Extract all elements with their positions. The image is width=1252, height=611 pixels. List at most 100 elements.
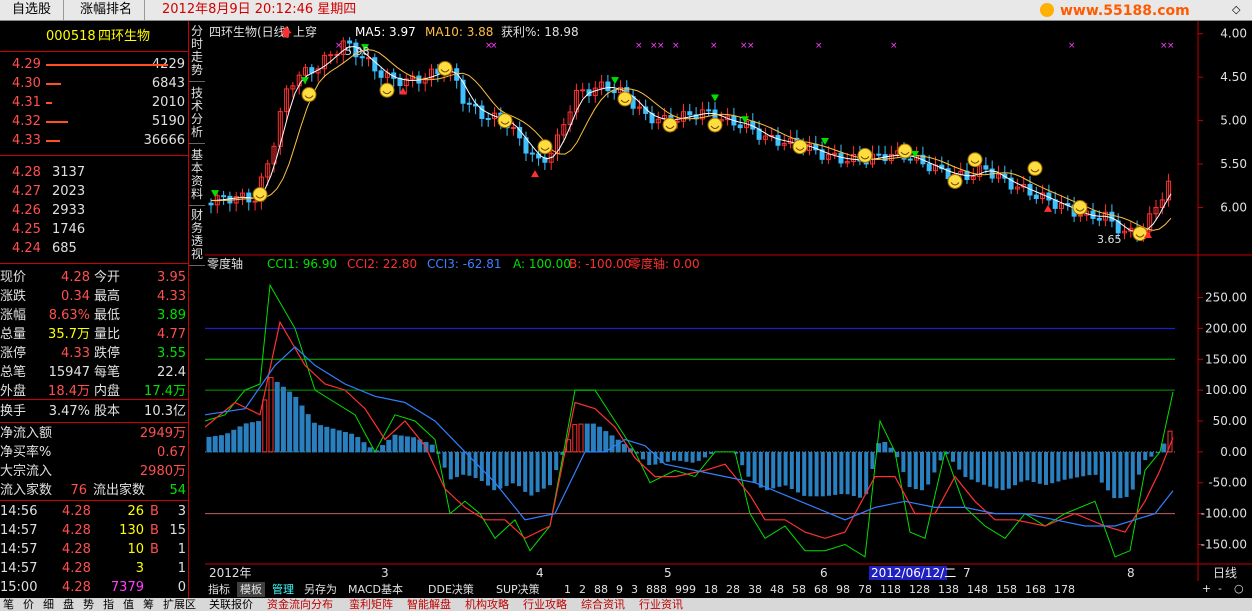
indicator-tab[interactable]: 158 [993,582,1020,597]
window-control-icon[interactable]: ◇ [1232,3,1240,16]
cci-histogram-bar [907,451,912,488]
candle-body [983,165,989,170]
bottom-nav-item[interactable]: 筹 [140,598,157,611]
bottom-nav-item[interactable]: 蛮利矩阵 [346,598,396,611]
x-label-7: 7 [963,566,971,580]
indicator-tab[interactable]: MACD基本 [345,582,406,597]
indicator-tab[interactable]: 138 [935,582,962,597]
indicator-tab[interactable]: 888 [643,582,670,597]
candle-body [706,109,712,112]
bid-row[interactable]: 4.25 1746 [0,220,188,239]
cci-histogram-bar [1068,451,1073,479]
bid-volume: 685 [52,241,77,256]
quote-value: 4.77 [157,327,186,342]
indicator-tab[interactable]: DDE决策 [425,582,477,597]
tick-count: 1 [177,561,186,576]
bottom-nav-item[interactable]: 行业攻略 [520,598,570,611]
bottom-nav-item[interactable]: 行业资讯 [636,598,686,611]
bottom-nav-item[interactable]: 智能解盘 [404,598,454,611]
indicator-tab[interactable]: 管理 [269,582,297,597]
bottom-nav-item[interactable]: 资金流向分布 [264,598,336,611]
a-label: A: 100.00 [513,257,571,271]
tab-intraday[interactable]: 分时走势 [189,25,205,82]
candle-body [1033,194,1039,199]
indicator-tab[interactable]: 18 [701,582,721,597]
indicator-tab[interactable]: 28 [723,582,743,597]
indicator-tab[interactable]: 118 [877,582,904,597]
zoom-in-button[interactable]: + [1202,582,1211,595]
bottom-nav-item[interactable]: 细 [40,598,57,611]
indicator-tab[interactable]: 2 [576,582,589,597]
indicator-tab[interactable]: 48 [767,582,787,597]
tab-gainers[interactable]: 涨幅排名 [68,0,146,20]
cci2-label: CCI2: 22.80 [347,257,417,271]
indicator-tab[interactable]: 999 [672,582,699,597]
reset-button[interactable]: ○ [1234,582,1244,595]
tab-financial[interactable]: 财务透视 [189,209,205,266]
indicator-tab[interactable]: 178 [1051,582,1078,597]
candle-body [737,124,743,129]
cci-histogram-bar [1006,451,1011,489]
indicator-tab[interactable]: 9 [613,582,626,597]
chart-svg[interactable]: × ×× × × × × × × × × × × × × 6.005.505.004.504.00250.… [204,21,1252,581]
cci-histogram-bar [1075,451,1079,478]
site-logo[interactable]: www.55188.com [1060,2,1190,20]
bid-row[interactable]: 4.28 3137 [0,163,188,182]
tab-technical[interactable]: 技术分析 [189,87,205,144]
indicator-tab[interactable]: 模板 [237,582,265,597]
bottom-nav-item[interactable]: 关联报价 [206,598,256,611]
signal-x-marker: × [747,41,755,51]
bottom-nav-item[interactable]: 势 [80,598,97,611]
indicator-tab[interactable]: 88 [591,582,611,597]
ask-row[interactable]: 4.33 36666 [0,131,188,150]
main-ytick-label: 5.50 [1220,157,1247,171]
candle-body [378,70,384,78]
tab-fundamental[interactable]: 基本资料 [189,149,205,206]
bottom-nav-item[interactable]: 机构攻略 [462,598,512,611]
cci-histogram-bar [448,451,453,480]
indicator-tab[interactable]: SUP决策 [493,582,543,597]
bottom-nav-item[interactable]: 价 [20,598,37,611]
bottom-nav-item[interactable]: 综合资讯 [578,598,628,611]
cci-histogram-bar [765,451,769,491]
indicator-tab[interactable]: 68 [811,582,831,597]
chart-area[interactable]: × × × × × × × × × × × × × × × 6.00 5.50 5.00 4.50 4.00 250.… [204,21,1252,581]
ask-row[interactable]: 4.31 2010 [0,93,188,112]
bid-row[interactable]: 4.27 2023 [0,182,188,201]
candle-body [838,152,844,164]
candle-body [1096,217,1102,221]
bid-row[interactable]: 4.24 685 [0,239,188,258]
indicator-tab[interactable]: 78 [855,582,875,597]
indicator-tab[interactable]: 3 [628,582,641,597]
stock-code: 000518 [46,29,96,44]
ask-row[interactable]: 4.30 6843 [0,74,188,93]
bottom-nav-item[interactable]: 笔 [0,598,17,611]
cci-histogram-bar [975,451,980,483]
indicator-tab[interactable]: 148 [964,582,991,597]
ask-row[interactable]: 4.32 5190 [0,112,188,131]
indicator-tab[interactable]: 另存为 [301,582,340,597]
indicator-tab[interactable]: 38 [745,582,765,597]
cci-histogram-bar [324,426,330,453]
indicator-tab[interactable]: 168 [1022,582,1049,597]
cci-histogram-bar [455,451,459,478]
cci-histogram-bar [615,439,621,453]
zoom-out-button[interactable]: - [1218,582,1222,595]
indicator-tab[interactable]: 指标 [205,582,233,597]
indicator-tab[interactable]: 1 [561,582,574,597]
tab-watchlist[interactable]: 自选股 [0,0,65,20]
smiley-icon [662,117,678,133]
bottom-nav-item[interactable]: 扩展区 [160,598,199,611]
period-label[interactable]: 日线 [1213,566,1237,580]
indicator-tab[interactable]: 98 [833,582,853,597]
cci-histogram-bar [535,451,540,493]
bid-row[interactable]: 4.26 2933 [0,201,188,220]
ma10-label: MA10: 3.88 [425,25,493,39]
candle-body [876,153,882,156]
indicator-tab[interactable]: 58 [789,582,809,597]
bottom-nav-item[interactable]: 值 [120,598,137,611]
bottom-nav-item[interactable]: 指 [100,598,117,611]
bottom-nav-item[interactable]: 盘 [60,598,77,611]
indicator-tab[interactable]: 128 [906,582,933,597]
cci-histogram-bar [621,444,627,453]
